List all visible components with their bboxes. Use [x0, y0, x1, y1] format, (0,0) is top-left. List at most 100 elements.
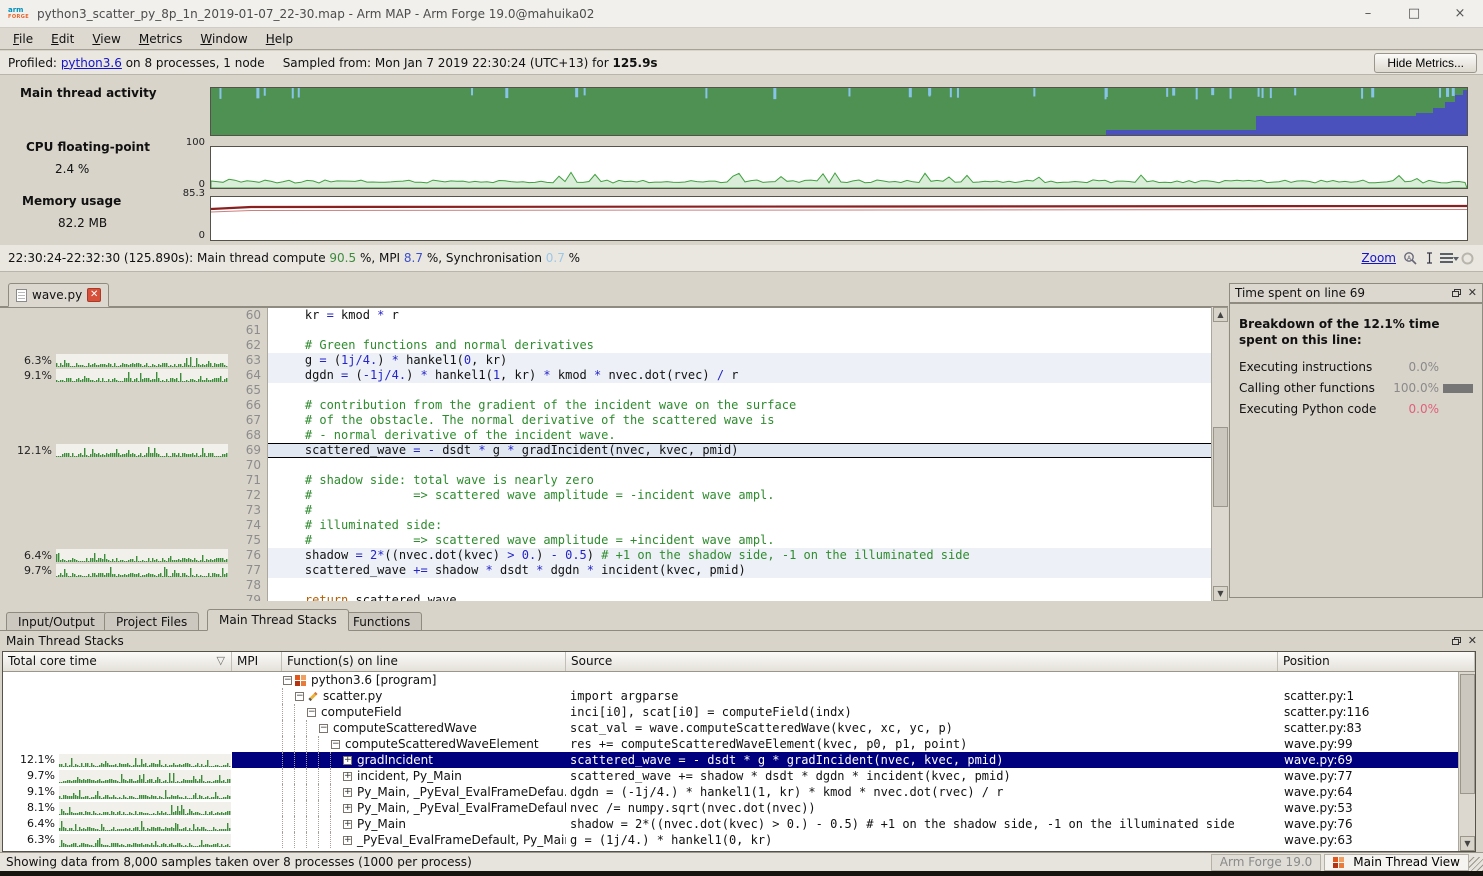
zoom-link[interactable]: Zoom: [1361, 251, 1396, 265]
expand-icon[interactable]: +: [343, 772, 352, 781]
tab-project-files[interactable]: Project Files: [104, 612, 199, 631]
resize-grip[interactable]: [1469, 857, 1483, 871]
view-selector[interactable]: Main Thread View: [1324, 854, 1469, 871]
editor-vertical-scrollbar[interactable]: ▲ ▼: [1211, 307, 1228, 601]
stack-row-wave.py:77[interactable]: 9.7%+incident, Py_Mainscattered_wave += …: [3, 768, 1458, 784]
cpu-floating-point-chart[interactable]: [210, 146, 1468, 189]
expand-icon[interactable]: +: [343, 804, 352, 813]
col-position[interactable]: Position: [1278, 652, 1475, 671]
tab-close-icon[interactable]: ✕: [87, 288, 101, 302]
code-line-64[interactable]: 9.1%64 dgdn = (-1j/4.) * hankel1(1, kr) …: [0, 368, 1228, 383]
metrics-menu-icon[interactable]: [1440, 253, 1453, 263]
menu-file[interactable]: File: [4, 30, 42, 48]
code-line-76[interactable]: 6.4%76 shadow = 2*((nvec.dot(kvec) > 0.)…: [0, 548, 1228, 563]
source-cell: res += computeScatteredWaveElement(kvec,…: [566, 736, 1278, 752]
line-number: 73: [232, 503, 268, 518]
code-line-71[interactable]: 71 # shadow side: total wave is nearly z…: [0, 473, 1228, 488]
scrollbar-thumb[interactable]: [1213, 427, 1228, 507]
stack-row-wave.py:63[interactable]: 6.3%+_PyEval_EvalFrameDefault, Py_Maing …: [3, 832, 1458, 848]
expand-icon[interactable]: +: [343, 756, 352, 765]
position-cell: wave.py:64: [1278, 784, 1458, 800]
code-line-74[interactable]: 74 # illuminated side:: [0, 518, 1228, 533]
sampled-from: Sampled from: Mon Jan 7 2019 22:30:24 (U…: [283, 56, 609, 70]
code-line-70[interactable]: 70: [0, 458, 1228, 473]
select-zoom-icon[interactable]: A: [1403, 251, 1419, 266]
col-source[interactable]: Source: [566, 652, 1278, 671]
collapse-icon[interactable]: −: [331, 740, 340, 749]
scroll-up-icon[interactable]: ▲: [1213, 307, 1228, 322]
collapse-icon[interactable]: −: [295, 692, 304, 701]
stack-row-scatter.py:116[interactable]: −computeFieldinci[i0], scat[i0] = comput…: [3, 704, 1458, 720]
tab-input-output[interactable]: Input/Output: [6, 612, 107, 631]
code-line-66[interactable]: 66 # contribution from the gradient of t…: [0, 398, 1228, 413]
code-line-78[interactable]: 78: [0, 578, 1228, 593]
stack-row-wave.py:64[interactable]: 9.1%+Py_Main, _PyEval_EvalFrameDefau...d…: [3, 784, 1458, 800]
code-line-62[interactable]: 62 # Green functions and normal derivati…: [0, 338, 1228, 353]
stack-row-scatter.py:1[interactable]: −scatter.pyimport argparsescatter.py:1: [3, 688, 1458, 704]
code-line-68[interactable]: 68 # - normal derivative of the incident…: [0, 428, 1228, 443]
source-code-editor[interactable]: 60 kr = kmod * r6162 # Green functions a…: [0, 307, 1228, 601]
line-time-panel-header: Time spent on line 69 ✕: [1229, 283, 1483, 303]
close-panel-icon[interactable]: ✕: [1468, 288, 1477, 298]
expand-icon[interactable]: +: [343, 788, 352, 797]
tab-functions[interactable]: Functions: [341, 612, 422, 631]
expand-icon[interactable]: +: [343, 836, 352, 845]
code-line-61[interactable]: 61: [0, 323, 1228, 338]
menu-help[interactable]: Help: [257, 30, 302, 48]
code-line-63[interactable]: 6.3%63 g = (1j/4.) * hankel1(0, kr): [0, 353, 1228, 368]
stack-row-wave.py:99[interactable]: −computeScatteredWaveElementres += compu…: [3, 736, 1458, 752]
source-cell: inci[i0], scat[i0] = computeField(indx): [566, 704, 1278, 720]
memory-usage-chart[interactable]: [210, 196, 1468, 241]
table-scrollbar-thumb[interactable]: [1460, 674, 1475, 794]
table-header-row: Total core time▽ MPI Function(s) on line…: [3, 652, 1475, 672]
tab-main-thread-stacks[interactable]: Main Thread Stacks: [207, 609, 349, 631]
code-line-72[interactable]: 72 # => scattered wave amplitude = -inci…: [0, 488, 1228, 503]
close-stacks-icon[interactable]: ✕: [1468, 636, 1477, 646]
col-mpi[interactable]: MPI: [232, 652, 282, 671]
code-line-60[interactable]: 60 kr = kmod * r: [0, 308, 1228, 323]
code-line-77[interactable]: 9.7%77 scattered_wave += shadow * dsdt *…: [0, 563, 1228, 578]
menu-window[interactable]: Window: [191, 30, 256, 48]
collapse-icon[interactable]: −: [319, 724, 328, 733]
reset-view-icon[interactable]: [1460, 251, 1475, 266]
table-vertical-scrollbar[interactable]: ▼: [1458, 672, 1475, 851]
stack-row-wave.py:53[interactable]: 8.1%+Py_Main, _PyEval_EvalFrameDefaultnv…: [3, 800, 1458, 816]
profiled-program-link[interactable]: python3.6: [61, 56, 122, 70]
stack-row-scatter.py:83[interactable]: −computeScatteredWavescat_val = wave.com…: [3, 720, 1458, 736]
expand-icon[interactable]: +: [343, 820, 352, 829]
col-total-core-time[interactable]: Total core time▽: [3, 652, 232, 671]
tree-guide: [282, 752, 294, 768]
mpi-cell: [232, 816, 282, 832]
core-time-cell: 8.1%: [3, 800, 232, 816]
menu-view[interactable]: View: [83, 30, 129, 48]
menu-metrics[interactable]: Metrics: [130, 30, 192, 48]
scroll-down-icon[interactable]: ▼: [1213, 586, 1228, 601]
tree-guide: [294, 704, 306, 720]
code-line-75[interactable]: 75 # => scattered wave amplitude = +inci…: [0, 533, 1228, 548]
code-line-79[interactable]: 79 return scattered_wave: [0, 593, 1228, 601]
maximize-icon[interactable]: □: [1391, 0, 1437, 28]
main-thread-activity-chart[interactable]: [210, 87, 1468, 136]
collapse-icon[interactable]: −: [283, 676, 292, 685]
hide-metrics-button[interactable]: Hide Metrics...: [1374, 53, 1477, 73]
stack-row-python3.6 [program][interactable]: −python3.6 [program]: [3, 672, 1458, 688]
stack-row-wave.py:76[interactable]: 6.4%+Py_Mainshadow = 2*((nvec.dot(kvec) …: [3, 816, 1458, 832]
col-functions-on-line[interactable]: Function(s) on line: [282, 652, 566, 671]
close-icon[interactable]: ×: [1437, 0, 1483, 28]
minimize-icon[interactable]: –: [1345, 0, 1391, 28]
stack-row-wave.py:69[interactable]: 12.1%+gradIncidentscattered_wave = - dsd…: [3, 752, 1458, 768]
float-stacks-icon[interactable]: [1452, 637, 1461, 645]
collapse-icon[interactable]: −: [307, 708, 316, 717]
tab-wave-py[interactable]: wave.py ✕: [8, 283, 109, 307]
code-line-65[interactable]: 65: [0, 383, 1228, 398]
float-panel-icon[interactable]: [1452, 289, 1461, 297]
menu-edit[interactable]: Edit: [42, 30, 83, 48]
table-scroll-down-icon[interactable]: ▼: [1460, 836, 1475, 851]
line-activity-sparkline: [56, 564, 228, 577]
code-line-73[interactable]: 73 #: [0, 503, 1228, 518]
code-line-67[interactable]: 67 # of the obstacle. The normal derivat…: [0, 413, 1228, 428]
code-line-69[interactable]: 12.1%69 scattered_wave = - dsdt * g * gr…: [0, 443, 1228, 458]
tree-guide: [282, 800, 294, 816]
position-cell: scatter.py:116: [1278, 704, 1458, 720]
text-cursor-icon[interactable]: [1426, 251, 1433, 265]
